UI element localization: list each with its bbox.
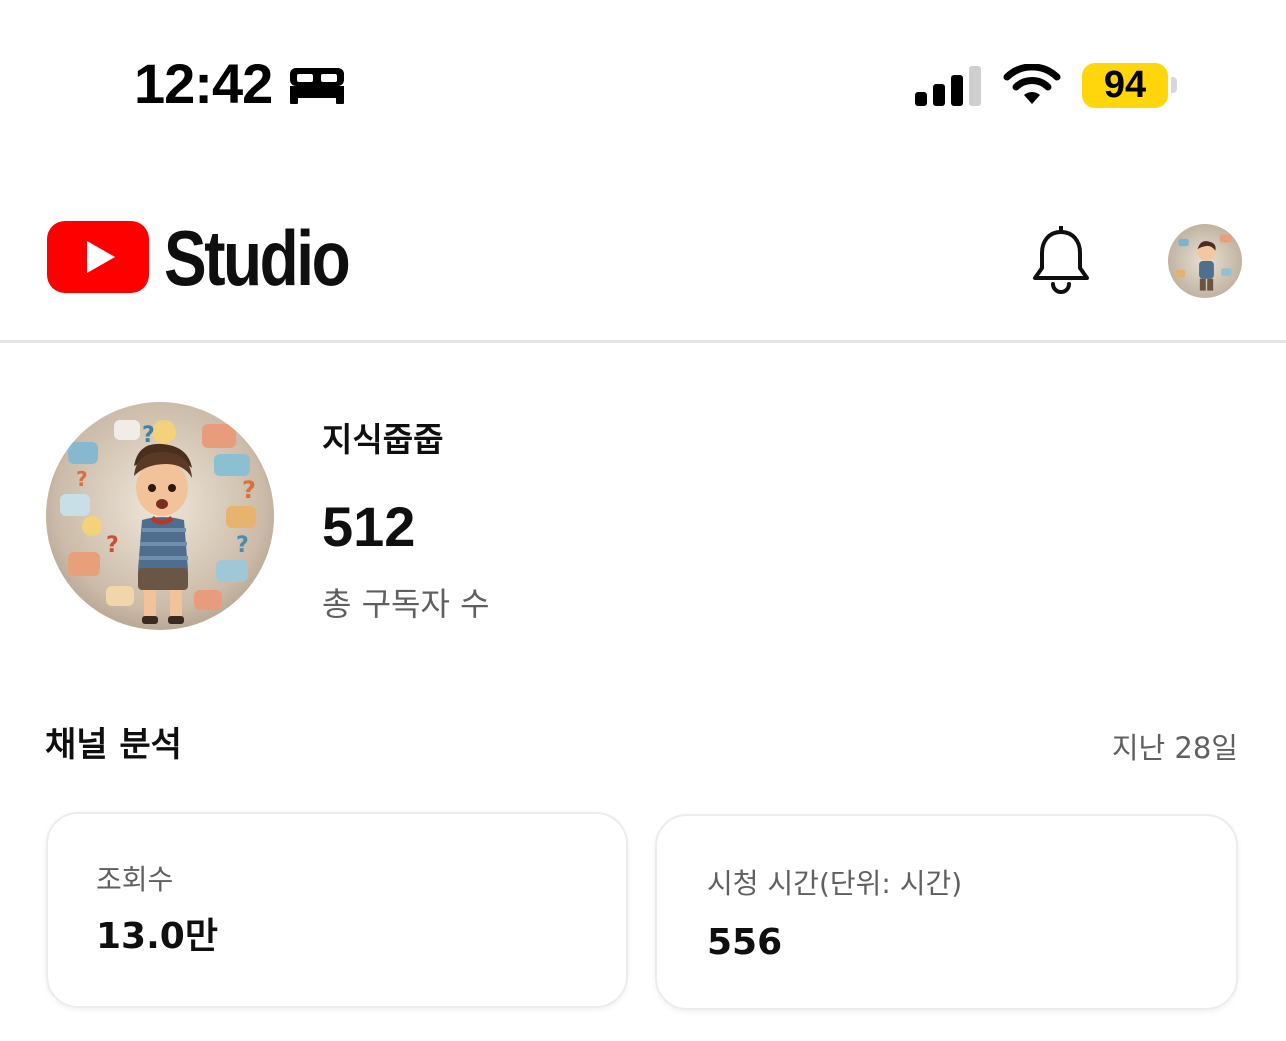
watch-time-value: 556 (707, 922, 783, 963)
svg-text:?: ? (236, 533, 249, 558)
subscriber-count: 512 (322, 495, 416, 558)
subscriber-label: 총 구독자 수 (322, 585, 490, 623)
svg-text:?: ? (106, 533, 119, 558)
svg-text:?: ? (76, 467, 88, 491)
app-title[interactable]: Studio (164, 212, 351, 304)
analytics-period: 지난 28일 (1111, 731, 1238, 765)
header-divider (0, 340, 1286, 343)
wifi-icon (1003, 64, 1061, 104)
bed-icon (290, 68, 344, 104)
channel-avatar[interactable]: ? ? ? ? ? (46, 402, 274, 630)
bell-icon[interactable] (1030, 226, 1092, 294)
channel-name: 지식줍줍 (322, 420, 444, 459)
views-card[interactable]: 조회수 13.0만 (46, 812, 628, 1008)
svg-text:?: ? (142, 423, 155, 448)
watch-time-label: 시청 시간(단위: 시간) (707, 867, 963, 900)
svg-text:?: ? (242, 476, 256, 504)
views-value: 13.0만 (96, 916, 218, 957)
battery-level: 94 (1103, 64, 1147, 106)
battery-indicator: 94 (1082, 63, 1168, 108)
account-avatar[interactable] (1168, 224, 1242, 298)
analytics-title: 채널 분석 (45, 725, 182, 765)
signal-icon (915, 66, 981, 106)
status-time: 12:42 (134, 52, 273, 115)
battery-tip (1171, 77, 1177, 93)
youtube-logo-icon[interactable] (47, 221, 149, 293)
views-label: 조회수 (96, 863, 174, 896)
watch-time-card[interactable]: 시청 시간(단위: 시간) 556 (655, 814, 1238, 1010)
